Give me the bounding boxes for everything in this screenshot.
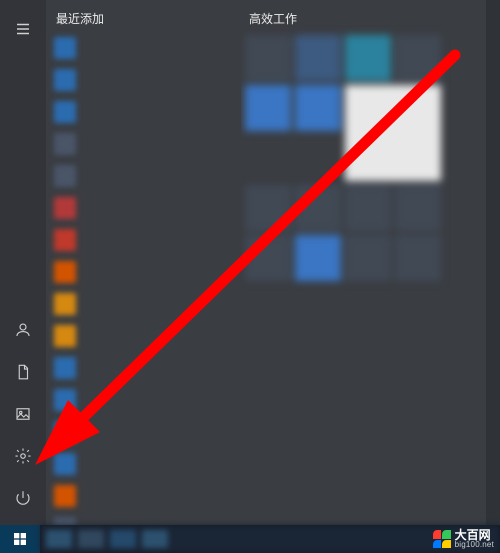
scrollbar[interactable]	[486, 0, 500, 525]
user-button[interactable]	[0, 309, 46, 351]
app-list: 最近添加	[46, 0, 241, 525]
tile[interactable]	[395, 35, 441, 81]
app-icon	[54, 517, 76, 525]
app-list-heading: 最近添加	[56, 10, 237, 27]
app-icon	[54, 421, 76, 443]
tile[interactable]	[345, 85, 441, 181]
start-menu: 最近添加 高效工作	[0, 0, 485, 525]
taskbar	[0, 525, 500, 553]
app-list-item[interactable]	[52, 129, 237, 159]
tile[interactable]	[395, 185, 441, 231]
app-list-item[interactable]	[52, 481, 237, 511]
app-icon	[54, 453, 76, 475]
app-icon	[54, 261, 76, 283]
app-list-item[interactable]	[52, 33, 237, 63]
taskbar-items	[40, 525, 500, 553]
app-list-item[interactable]	[52, 97, 237, 127]
settings-button[interactable]	[0, 435, 46, 477]
tile[interactable]	[245, 85, 291, 131]
app-icon	[54, 389, 76, 411]
app-list-item[interactable]	[52, 385, 237, 415]
tile[interactable]	[395, 235, 441, 281]
app-icon	[54, 37, 76, 59]
app-icon	[54, 133, 76, 155]
app-icon	[54, 101, 76, 123]
power-button[interactable]	[0, 477, 46, 519]
app-icon	[54, 293, 76, 315]
app-list-item[interactable]	[52, 257, 237, 287]
tile-group-heading: 高效工作	[249, 10, 481, 27]
pictures-button[interactable]	[0, 393, 46, 435]
app-list-item[interactable]	[52, 417, 237, 447]
start-button[interactable]	[0, 525, 40, 553]
app-icon	[54, 485, 76, 507]
app-list-item[interactable]	[52, 193, 237, 223]
start-rail	[0, 0, 46, 525]
tile[interactable]	[295, 185, 341, 231]
app-list-item[interactable]	[52, 289, 237, 319]
hamburger-button[interactable]	[0, 8, 46, 50]
tile[interactable]	[245, 185, 291, 231]
tile[interactable]	[295, 235, 341, 281]
tiles-area: 高效工作	[241, 0, 485, 525]
tile[interactable]	[345, 185, 391, 231]
app-list-item[interactable]	[52, 65, 237, 95]
app-icon	[54, 325, 76, 347]
app-list-item[interactable]	[52, 161, 237, 191]
app-list-item[interactable]	[52, 513, 237, 525]
app-list-item[interactable]	[52, 321, 237, 351]
tile[interactable]	[345, 35, 391, 81]
app-icon	[54, 357, 76, 379]
tile[interactable]	[295, 35, 341, 81]
app-list-item[interactable]	[52, 449, 237, 479]
tile[interactable]	[295, 85, 341, 131]
app-icon	[54, 69, 76, 91]
app-icon	[54, 229, 76, 251]
app-icon	[54, 197, 76, 219]
tile[interactable]	[345, 235, 391, 281]
app-icon	[54, 165, 76, 187]
documents-button[interactable]	[0, 351, 46, 393]
app-list-item[interactable]	[52, 353, 237, 383]
app-list-item[interactable]	[52, 225, 237, 255]
tile[interactable]	[245, 35, 291, 81]
tile[interactable]	[245, 235, 291, 281]
